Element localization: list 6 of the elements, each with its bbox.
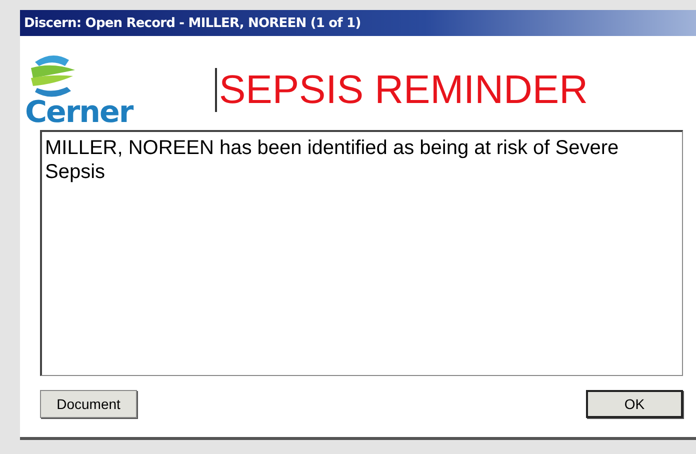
window-title: Discern: Open Record - MILLER, NOREEN (1 of 1): [20, 10, 696, 36]
message-text: MILLER, NOREEN has been identified as being at risk of Severe Sepsis: [45, 137, 619, 183]
ok-button[interactable]: OK: [586, 390, 683, 418]
reminder-heading: SEPSIS REMINDER: [215, 68, 588, 112]
document-button[interactable]: Document: [40, 390, 137, 418]
logo-text: Cerner: [25, 98, 133, 128]
